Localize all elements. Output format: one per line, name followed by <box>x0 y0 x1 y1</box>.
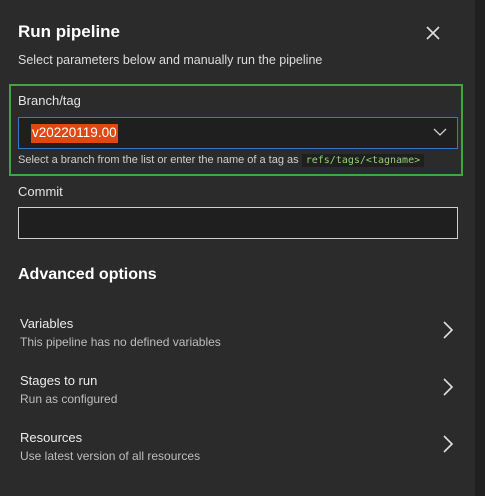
close-button[interactable] <box>424 24 442 42</box>
option-title: Variables <box>20 316 74 331</box>
chevron-down-icon[interactable] <box>433 127 447 137</box>
option-title: Resources <box>20 430 83 445</box>
chevron-right-icon <box>443 378 454 396</box>
option-stages-to-run[interactable]: Stages to run Run as configured <box>10 371 465 419</box>
branch-hint: Select a branch from the list or enter t… <box>18 154 425 167</box>
option-description: This pipeline has no defined variables <box>20 335 221 349</box>
panel-edge <box>475 0 485 496</box>
option-variables[interactable]: Variables This pipeline has no defined v… <box>10 314 465 362</box>
run-pipeline-panel: Run pipeline Select parameters below and… <box>0 0 475 496</box>
option-title: Stages to run <box>20 373 98 388</box>
branch-hint-text: Select a branch from the list or enter t… <box>18 154 302 166</box>
chevron-right-icon <box>443 321 454 339</box>
dialog-title: Run pipeline <box>18 22 120 41</box>
commit-label: Commit <box>18 184 63 199</box>
branch-select-value[interactable]: v20220119.00 <box>31 124 118 143</box>
option-description: Run as configured <box>20 392 118 406</box>
branch-label: Branch/tag <box>18 93 81 108</box>
commit-input[interactable] <box>18 207 458 239</box>
branch-select[interactable]: v20220119.00 <box>18 117 458 149</box>
close-icon <box>426 26 440 40</box>
dialog-subtitle: Select parameters below and manually run… <box>18 53 323 67</box>
chevron-right-icon <box>443 435 454 453</box>
branch-hint-code: refs/tags/<tagname> <box>301 154 425 167</box>
option-resources[interactable]: Resources Use latest version of all reso… <box>10 428 465 476</box>
option-description: Use latest version of all resources <box>20 449 201 463</box>
advanced-options-heading: Advanced options <box>18 266 157 283</box>
